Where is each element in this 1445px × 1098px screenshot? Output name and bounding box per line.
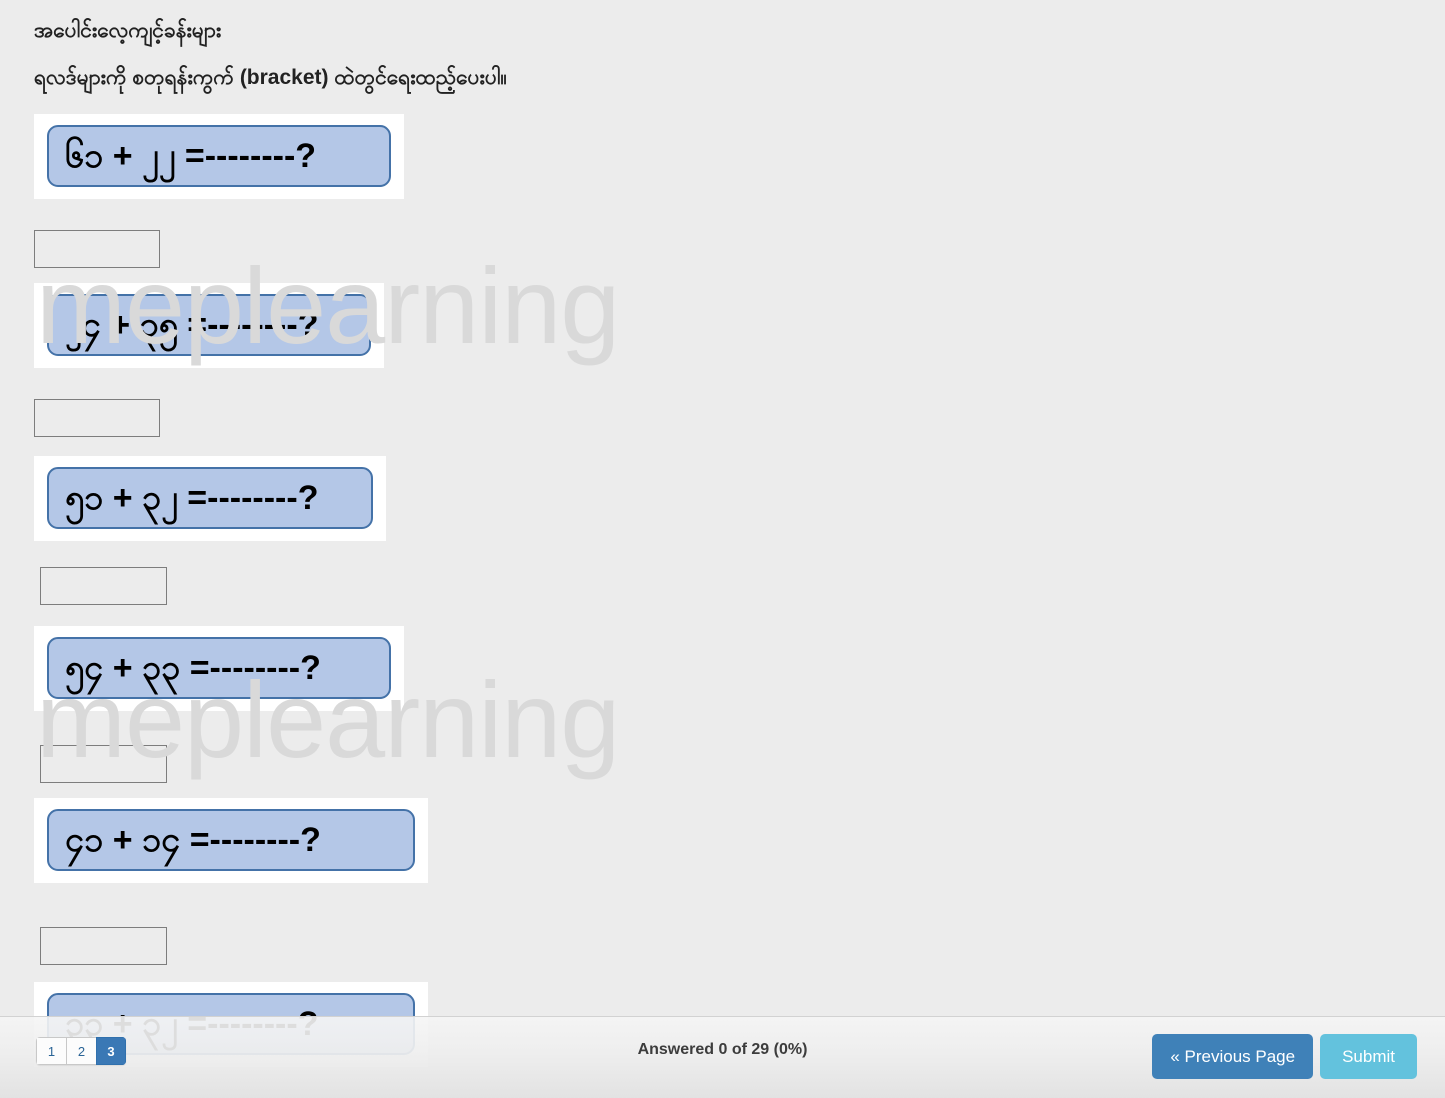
question-card-1: ၆၁ + ၂၂ =--------?: [34, 114, 404, 199]
question-text-1: ၆၁ + ၂၂ =--------?: [65, 137, 317, 175]
question-pill-4: ၅၄ + ၃၃ =--------?: [47, 637, 391, 699]
question-card-3: ၅၁ + ၃၂ =--------?: [34, 456, 386, 541]
page-instruction: ရလဒ်များကို စတုရန်းကွက် (bracket) ထဲတွင်…: [34, 66, 507, 89]
question-pill-2: ၂၄ + ၃၅ =--------?: [47, 294, 371, 356]
question-text-2: ၂၄ + ၃၅ =--------?: [65, 306, 319, 344]
question-text-4: ၅၄ + ၃၃ =--------?: [65, 649, 321, 687]
previous-page-button[interactable]: « Previous Page: [1152, 1034, 1314, 1079]
quiz-page: အပေါင်းလေ့ကျင့်ခန်းများ ရလဒ်များကို စတုရ…: [0, 0, 1445, 1098]
question-panel-5: ၄၁ + ၁၄ =--------?: [34, 798, 428, 883]
question-text-5: ၄၁ + ၁၄ =--------?: [65, 821, 321, 859]
page-header: အပေါင်းလေ့ကျင့်ခန်းများ ရလဒ်များကို စတုရ…: [34, 16, 1034, 93]
question-text-3: ၅၁ + ၃၂ =--------?: [65, 479, 319, 517]
answer-input-1[interactable]: [34, 230, 160, 268]
question-panel-1: ၆၁ + ၂၂ =--------?: [34, 114, 404, 199]
submit-button[interactable]: Submit: [1320, 1034, 1417, 1079]
question-pill-1: ၆၁ + ၂၂ =--------?: [47, 125, 391, 187]
question-panel-3: ၅၁ + ၃၂ =--------?: [34, 456, 386, 541]
question-card-2: ၂၄ + ၃၅ =--------?: [34, 283, 384, 368]
page-title: အပေါင်းလေ့ကျင့်ခန်းများ: [34, 19, 222, 42]
answer-input-5[interactable]: [40, 927, 167, 965]
question-card-4: ၅၄ + ၃၃ =--------?: [34, 626, 404, 711]
question-pill-3: ၅၁ + ၃၂ =--------?: [47, 467, 373, 529]
footer-bar: 1 2 3 Answered 0 of 29 (0%) « Previous P…: [0, 1016, 1445, 1098]
question-panel-2: ၂၄ + ၃၅ =--------?: [34, 283, 384, 368]
footer-actions: « Previous Page Submit: [1152, 1034, 1417, 1079]
answer-input-4[interactable]: [40, 745, 167, 783]
question-pill-5: ၄၁ + ၁၄ =--------?: [47, 809, 415, 871]
answer-input-3[interactable]: [40, 567, 167, 605]
question-card-5: ၄၁ + ၁၄ =--------?: [34, 798, 428, 883]
answer-input-2[interactable]: [34, 399, 160, 437]
question-panel-4: ၅၄ + ၃၃ =--------?: [34, 626, 404, 711]
